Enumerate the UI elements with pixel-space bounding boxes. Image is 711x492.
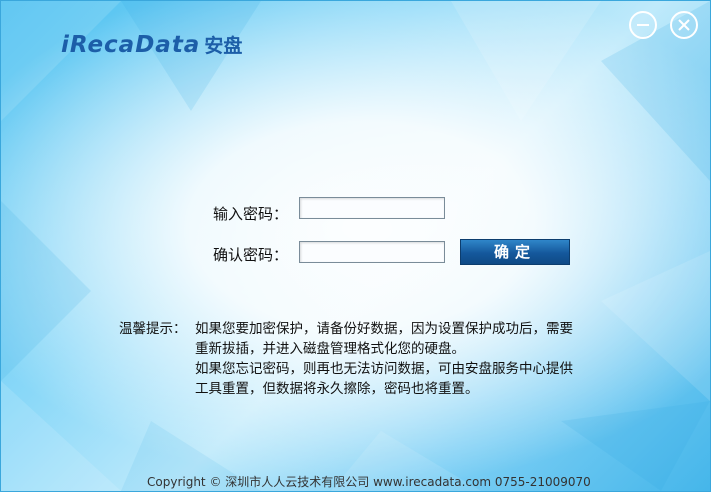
tips-line-1: 如果您要加密保护，请备份好数据，因为设置保护成功后，需要 bbox=[195, 321, 573, 337]
tips-line-3: 如果您忘记密码，则再也无法访问数据，可由安盘服务中心提供 bbox=[195, 361, 573, 377]
tips-line-4: 工具重置，但数据将永久擦除，密码也将重置。 bbox=[195, 381, 479, 397]
password-input[interactable] bbox=[299, 197, 445, 219]
logo-cn-name: 安盘 bbox=[204, 35, 243, 57]
password-label: 输入密码： bbox=[213, 205, 289, 223]
app-logo: iRecaData 安盘 bbox=[61, 31, 242, 58]
confirm-password-input[interactable] bbox=[299, 241, 445, 263]
app-window: iRecaData 安盘 输入密码： 确认密码： 确定 温馨提示： 如果您要加密… bbox=[0, 0, 711, 492]
tips-title: 温馨提示： bbox=[119, 321, 187, 337]
close-button[interactable] bbox=[670, 11, 698, 39]
confirm-password-label: 确认密码： bbox=[213, 246, 289, 264]
minimize-icon bbox=[637, 24, 649, 26]
close-icon bbox=[678, 19, 690, 31]
confirm-button[interactable]: 确定 bbox=[460, 239, 570, 265]
tips-line-2: 重新拔插，并进入磁盘管理格式化您的硬盘。 bbox=[195, 341, 465, 357]
logo-wordmark: iRecaData bbox=[61, 32, 201, 58]
minimize-button[interactable] bbox=[629, 11, 657, 39]
footer-copyright: Copyright © 深圳市人人云技术有限公司 www.irecadata.c… bbox=[147, 475, 591, 489]
